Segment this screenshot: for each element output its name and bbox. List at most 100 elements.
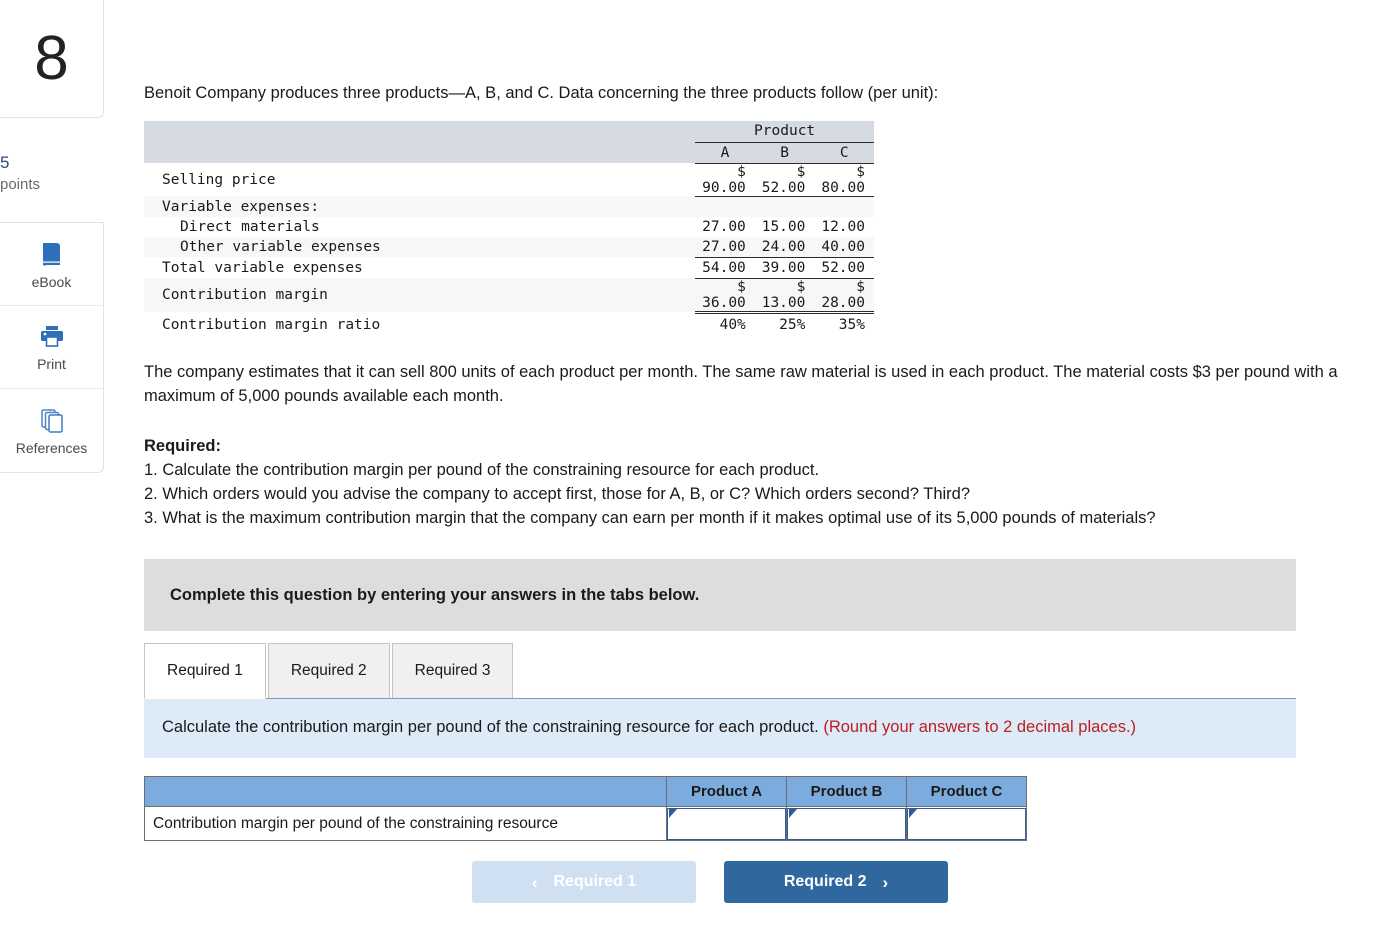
sidebar-item-label-ebook: eBook [31,273,72,290]
product-data-table: Product A B C Selling price $ 90.00 $ 52… [144,121,874,337]
blank-corner-cell-2 [144,142,696,163]
points-label: points [0,176,41,193]
tab-label-required-1: Required 1 [167,662,243,679]
sidebar-item-ebook[interactable]: eBook [0,223,103,306]
table-row: Total variable expenses 54.00 39.00 52.0… [144,257,874,279]
instruction-banner-text: Complete this question by entering your … [170,585,700,604]
tab-instruction-text: Calculate the contribution margin per po… [162,718,819,736]
table-column-header-row: A B C [144,142,874,164]
tab-required-2[interactable]: Required 2 [267,643,390,699]
tab-instruction-hint: (Round your answers to 2 decimal places.… [823,718,1137,736]
cell-variable-expenses-b [755,196,815,217]
table-row: Direct materials 27.00 15.00 12.00 [144,217,874,237]
table-row: Selling price $ 90.00 $ 52.00 $ 80.00 [144,163,874,197]
chevron-left-icon: ‹ [531,872,538,892]
table-row: Contribution margin ratio 40% 25% 35% [144,312,874,337]
answer-input-product-b[interactable] [787,807,906,840]
table-row: Contribution margin per pound of the con… [144,806,1027,841]
answer-header-product-a: Product A [666,776,787,807]
question-number-box: 8 [0,0,104,118]
tab-label-required-2: Required 2 [290,662,367,679]
sidebar-item-label-print: Print [37,355,66,372]
table-row: Other variable expenses 27.00 24.00 40.0… [144,237,874,258]
required-item-3: 3. What is the maximum contribution marg… [144,509,1156,527]
answer-table: Product A Product B Product C Contributi… [144,776,1027,841]
book-icon [37,239,67,269]
cell-total-variable-b: 39.00 [754,257,815,279]
table-row: Contribution margin $ 36.00 $ 13.00 $ 28… [144,278,874,314]
cell-contribution-margin-b: $ 13.00 [754,278,815,314]
cell-cm-ratio-c: 35% [838,317,865,334]
tab-instruction-panel: Calculate the contribution margin per po… [144,698,1296,758]
requirement-tabs: Required 1 Required 2 Required 3 [144,643,1296,699]
question-page: 8 5 points eBook Print References Benoit… [0,0,1392,939]
cell-other-variable-b: 24.00 [754,237,815,258]
cell-other-variable-c: 40.00 [814,237,874,258]
answer-row-label: Contribution margin per pound of the con… [144,806,667,841]
cell-selling-price-b: $ 52.00 [754,163,815,197]
sidebar-item-label-references: References [15,440,88,456]
row-label-variable-expenses: Variable expenses: [162,198,320,215]
left-sidebar: 8 5 points eBook Print References [0,0,104,473]
required-heading: Required: [144,437,222,455]
group-header-product: Product [695,121,874,143]
points-display: 5 points [0,118,104,196]
cell-selling-price-c: $ 80.00 [814,163,874,197]
sidebar-item-references[interactable]: References [0,389,103,472]
required-block: Required: 1. Calculate the contribution … [144,434,1359,530]
required-item-2: 2. Which orders would you advise the com… [144,485,971,503]
table-row: Variable expenses: [144,196,874,217]
row-label-other-variable-expenses: Other variable expenses [180,239,381,255]
cell-contribution-margin-c: $ 28.00 [814,278,874,314]
cell-total-variable-c: 52.00 [814,257,874,279]
tab-required-3[interactable]: Required 3 [391,643,514,699]
printer-icon [37,323,67,351]
col-header-c: C [814,142,874,164]
points-value: 5 [0,153,10,172]
row-label-total-variable: Total variable expenses [162,259,363,276]
sidebar-item-print[interactable]: Print [0,306,103,389]
row-label-direct-materials: Direct materials [180,219,320,235]
navigation-row: ‹ Required 1 Required 2 › [144,861,1392,903]
row-label-contribution-margin: Contribution margin [162,287,328,303]
next-requirement-button[interactable]: Required 2 › [724,861,948,903]
previous-requirement-button[interactable]: ‹ Required 1 [472,861,696,903]
answer-table-header-row: Product A Product B Product C [144,776,1027,807]
cell-contribution-margin-a: $ 36.00 [695,278,755,314]
references-icon [37,405,67,435]
tab-label-required-3: Required 3 [414,662,491,679]
row-label-selling-price: Selling price [162,171,276,188]
answer-header-blank [144,776,667,807]
tab-required-1[interactable]: Required 1 [144,643,266,699]
blank-corner-cell [144,121,696,142]
question-content: Benoit Company produces three products—A… [144,0,1392,903]
col-header-a: A [695,142,755,164]
cell-total-variable-a: 54.00 [695,257,755,279]
answer-cell-product-c [906,806,1027,841]
next-requirement-label: Required 2 [783,873,867,890]
chevron-right-icon: › [882,872,889,892]
table-group-header-row: Product [144,121,874,143]
cell-variable-expenses-a [695,196,755,217]
tool-list: eBook Print References [0,222,104,473]
cell-other-variable-a: 27.00 [695,237,755,258]
cell-direct-materials-c: 12.00 [821,219,865,235]
answer-cell-product-b [786,806,907,841]
question-intro: Benoit Company produces three products—A… [144,84,939,102]
answer-cell-product-a [666,806,787,841]
cell-cm-ratio-b: 25% [779,317,806,334]
row-label-cm-ratio: Contribution margin ratio [162,316,381,333]
question-number: 8 [34,23,69,93]
cell-variable-expenses-c [814,196,874,217]
answer-input-product-a[interactable] [667,807,786,840]
cell-direct-materials-b: 15.00 [761,219,806,235]
previous-requirement-label: Required 1 [553,873,637,890]
question-paragraph: The company estimates that it can sell 8… [144,363,1338,405]
cell-selling-price-a: $ 90.00 [695,163,755,197]
answer-header-product-b: Product B [786,776,907,807]
answer-input-product-c[interactable] [907,807,1026,840]
required-item-1: 1. Calculate the contribution margin per… [144,461,820,479]
cell-cm-ratio-a: 40% [719,317,746,334]
answer-header-product-c: Product C [906,776,1027,807]
instruction-banner: Complete this question by entering your … [144,559,1296,631]
